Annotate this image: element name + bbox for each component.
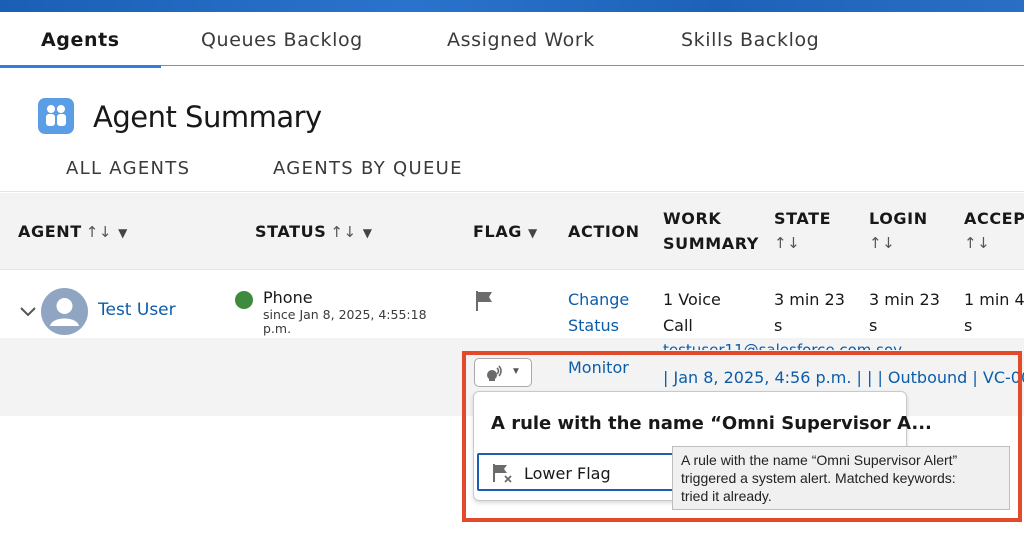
column-state[interactable]: STATE ↑↓ bbox=[774, 206, 831, 256]
chevron-down-icon[interactable]: ▼ bbox=[363, 226, 373, 240]
tab-agents-by-queue[interactable]: AGENTS BY QUEUE bbox=[273, 158, 463, 179]
top-banner bbox=[0, 0, 1024, 12]
status-indicator bbox=[235, 291, 253, 309]
chevron-down-icon[interactable] bbox=[19, 302, 37, 320]
column-login[interactable]: LOGIN ↑↓ bbox=[869, 206, 928, 256]
agent-name-link[interactable]: Test User bbox=[98, 300, 176, 320]
column-action: ACTION bbox=[568, 222, 640, 241]
agent-summary-icon bbox=[38, 98, 74, 134]
table-header: AGENT ↑↓ ▼ STATUS ↑↓ ▼ FLAG ▼ ACTION WORK SUM… bbox=[0, 193, 1024, 270]
avatar bbox=[41, 288, 88, 335]
tab-queues-backlog[interactable]: Queues Backlog bbox=[201, 12, 363, 66]
sort-icon[interactable]: ↑↓ bbox=[330, 223, 356, 241]
tab-skills-backlog[interactable]: Skills Backlog bbox=[681, 12, 819, 66]
tab-agents[interactable]: Agents bbox=[0, 12, 161, 68]
column-status[interactable]: STATUS ↑↓ ▼ bbox=[255, 219, 373, 246]
chevron-down-icon[interactable]: ▼ bbox=[118, 226, 128, 240]
work-summary-text: 1 Voice Call bbox=[663, 290, 721, 335]
sort-icon[interactable]: ↑↓ bbox=[774, 231, 831, 256]
agent-view-tabs: ALL AGENTS AGENTS BY QUEUE bbox=[0, 148, 1024, 197]
page-title: Agent Summary bbox=[93, 100, 322, 134]
change-status-link[interactable]: Change Status bbox=[568, 287, 629, 339]
tab-assigned-work[interactable]: Assigned Work bbox=[447, 12, 595, 66]
column-agent[interactable]: AGENT ↑↓ ▼ bbox=[18, 219, 128, 246]
tab-all-agents[interactable]: ALL AGENTS bbox=[24, 158, 234, 197]
status-since: since Jan 8, 2025, 4:55:18 p.m. bbox=[263, 307, 427, 336]
work-email-link[interactable]: testuser11@salesforce.com.sov bbox=[663, 341, 902, 350]
login-duration: 3 min 23 s bbox=[869, 290, 940, 335]
console-tabs: Agents Queues Backlog Assigned Work Skil… bbox=[0, 12, 1024, 68]
sort-icon[interactable]: ↑↓ bbox=[869, 231, 928, 256]
highlight-box bbox=[462, 351, 1022, 522]
column-accept[interactable]: ACCEPT ↑↓ bbox=[964, 206, 1024, 256]
chevron-down-icon[interactable]: ▼ bbox=[528, 226, 538, 240]
state-duration: 3 min 23 s bbox=[774, 290, 845, 335]
column-work-summary: WORK SUMMARY bbox=[663, 209, 759, 253]
sort-icon[interactable]: ↑↓ bbox=[964, 231, 1024, 256]
accept-duration: 1 min 43 s bbox=[964, 290, 1024, 335]
sort-icon[interactable]: ↑↓ bbox=[86, 223, 112, 241]
column-flag[interactable]: FLAG ▼ bbox=[473, 219, 538, 246]
flag-icon[interactable] bbox=[474, 290, 496, 312]
